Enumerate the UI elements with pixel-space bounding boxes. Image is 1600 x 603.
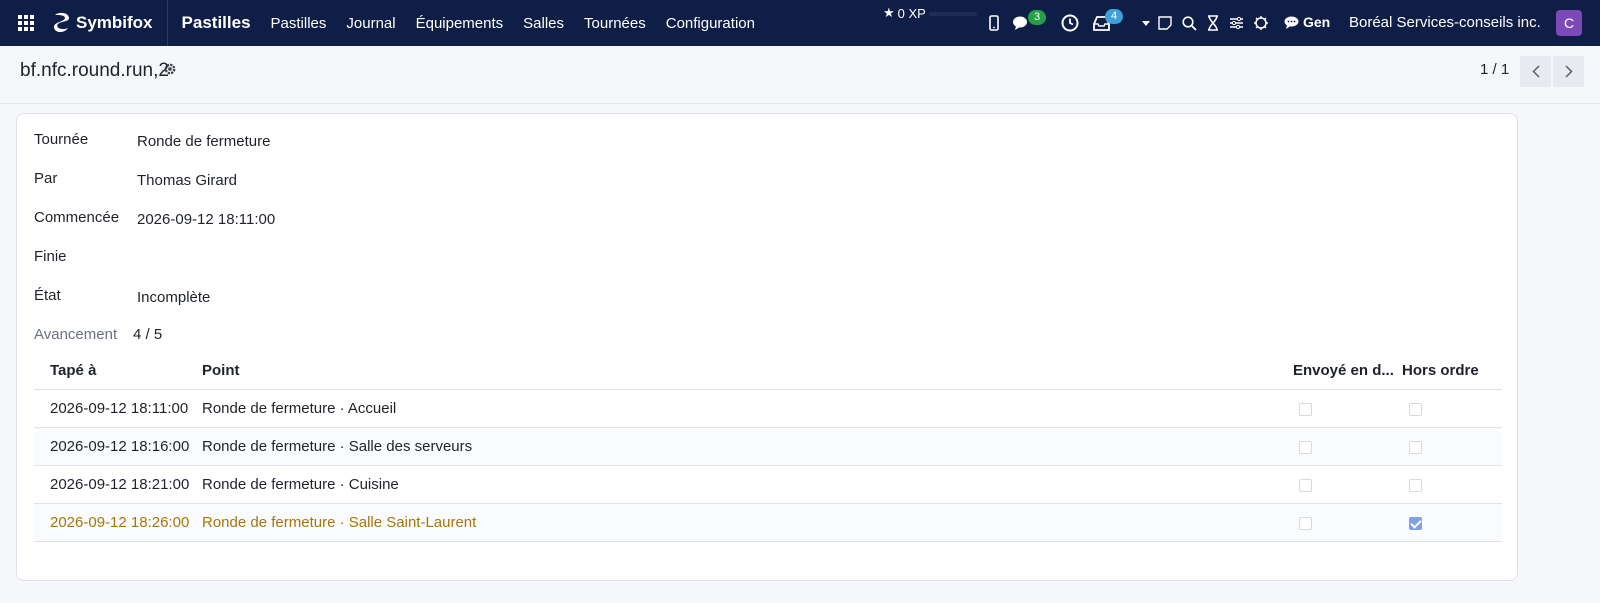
chevron-right-icon [1564, 65, 1573, 78]
menu-item-salles[interactable]: Salles [513, 0, 574, 46]
user-avatar[interactable]: C [1556, 10, 1582, 36]
checkbox-sent[interactable] [1299, 441, 1312, 454]
chat-bubble-icon [1284, 16, 1299, 29]
xp-progress-bar [929, 12, 977, 16]
brand-name: Symbifox [76, 13, 153, 32]
checkbox-out-of-order[interactable] [1409, 517, 1422, 530]
cell-point: Ronde de fermeture · Salle Saint-Laurent [202, 514, 477, 531]
chevron-left-icon [1531, 65, 1540, 78]
grid-icon [18, 15, 34, 31]
pager-next-button[interactable] [1553, 56, 1584, 87]
cell-tapped-at: 2026-09-12 18:11:00 [50, 400, 189, 417]
note-icon[interactable] [1156, 14, 1174, 32]
gen-button[interactable]: Gen [1284, 14, 1330, 30]
checkbox-out-of-order[interactable] [1409, 441, 1422, 454]
sliders-icon[interactable] [1227, 14, 1245, 32]
cell-point: Ronde de fermeture · Accueil [202, 400, 397, 417]
field-label-etat: État [34, 287, 61, 304]
taps-table: Tapé à Point Envoyé en d... Hors ordre 2… [34, 354, 1502, 542]
field-value-avancement: 4 / 5 [133, 326, 163, 343]
brand-logo[interactable]: Symbifox [52, 0, 168, 46]
bug-icon[interactable] [1252, 14, 1270, 32]
checkbox-out-of-order[interactable] [1409, 479, 1422, 492]
menu-item-tournees[interactable]: Tournées [574, 0, 656, 46]
column-header-out-of-order[interactable]: Hors ordre [1402, 362, 1479, 379]
column-header-point[interactable]: Point [202, 362, 240, 379]
field-label-par: Par [34, 170, 58, 187]
activities-count-badge: 4 [1105, 9, 1124, 24]
field-value-tournee[interactable]: Ronde de fermeture [137, 133, 270, 150]
cell-point: Ronde de fermeture · Cuisine [202, 476, 399, 493]
checkbox-sent[interactable] [1299, 517, 1312, 530]
cell-tapped-at: 2026-09-12 18:21:00 [50, 476, 190, 493]
table-row[interactable]: 2026-09-12 18:16:00 Ronde de fermeture ·… [34, 428, 1502, 466]
gen-label: Gen [1303, 14, 1331, 30]
menu-item-configuration[interactable]: Configuration [656, 0, 765, 46]
menu-item-journal[interactable]: Journal [336, 0, 405, 46]
field-value-par[interactable]: Thomas Girard [137, 172, 237, 189]
cell-tapped-at: 2026-09-12 18:16:00 [50, 438, 190, 455]
cell-point: Ronde de fermeture · Salle des serveurs [202, 438, 473, 455]
messages-count-badge: 3 [1028, 10, 1047, 25]
search-icon[interactable] [1180, 14, 1198, 32]
table-row[interactable]: 2026-09-12 18:21:00 Ronde de fermeture ·… [34, 466, 1502, 504]
field-value-etat[interactable]: Incomplète [137, 289, 210, 306]
clock-icon[interactable] [1061, 14, 1079, 32]
field-value-commencee[interactable]: 2026-09-12 18:11:00 [137, 211, 275, 228]
table-row[interactable]: 2026-09-12 18:26:00 Ronde de fermeture ·… [34, 504, 1502, 542]
field-label-commencee: Commencée [34, 209, 120, 226]
field-label-tournee: Tournée [34, 131, 89, 148]
xp-indicator[interactable]: ★ 0 XP [883, 5, 926, 21]
menu-item-pastilles[interactable]: Pastilles [261, 0, 337, 46]
mobile-icon[interactable] [985, 14, 1003, 32]
cell-tapped-at: 2026-09-12 18:26:00 [50, 514, 190, 531]
caret-down-icon[interactable] [1137, 14, 1155, 32]
star-icon: ★ [883, 5, 895, 20]
control-panel: bf.nfc.round.run,2 1 / 1 [0, 46, 1600, 104]
column-header-sent[interactable]: Envoyé en d... [1293, 362, 1394, 379]
table-header: Tapé à Point Envoyé en d... Hors ordre [34, 354, 1502, 390]
company-switcher[interactable]: Boréal Services-conseils inc. [1349, 14, 1541, 31]
column-header-tapped-at[interactable]: Tapé à [50, 362, 96, 379]
checkbox-sent[interactable] [1299, 403, 1312, 416]
gear-icon[interactable] [163, 62, 177, 79]
apps-menu-button[interactable] [0, 0, 52, 46]
field-label-finie: Finie [34, 248, 67, 265]
pager-previous-button[interactable] [1520, 56, 1551, 87]
fox-logo-icon [54, 12, 69, 33]
xp-value: 0 XP [897, 5, 926, 21]
checkbox-sent[interactable] [1299, 479, 1312, 492]
hourglass-icon[interactable] [1204, 14, 1222, 32]
checkbox-out-of-order[interactable] [1409, 403, 1422, 416]
pager-value[interactable]: 1 / 1 [1480, 61, 1509, 78]
app-name[interactable]: Pastilles [182, 13, 251, 33]
table-row[interactable]: 2026-09-12 18:11:00 Ronde de fermeture ·… [34, 390, 1502, 428]
form-sheet: Tournée Ronde de fermeture Par Thomas Gi… [16, 113, 1518, 581]
record-title: bf.nfc.round.run,2 [20, 60, 169, 81]
menu-item-equipements[interactable]: Équipements [406, 0, 514, 46]
top-navbar: Symbifox Pastilles Pastilles Journal Équ… [0, 0, 1600, 46]
field-label-avancement: Avancement [34, 326, 118, 343]
